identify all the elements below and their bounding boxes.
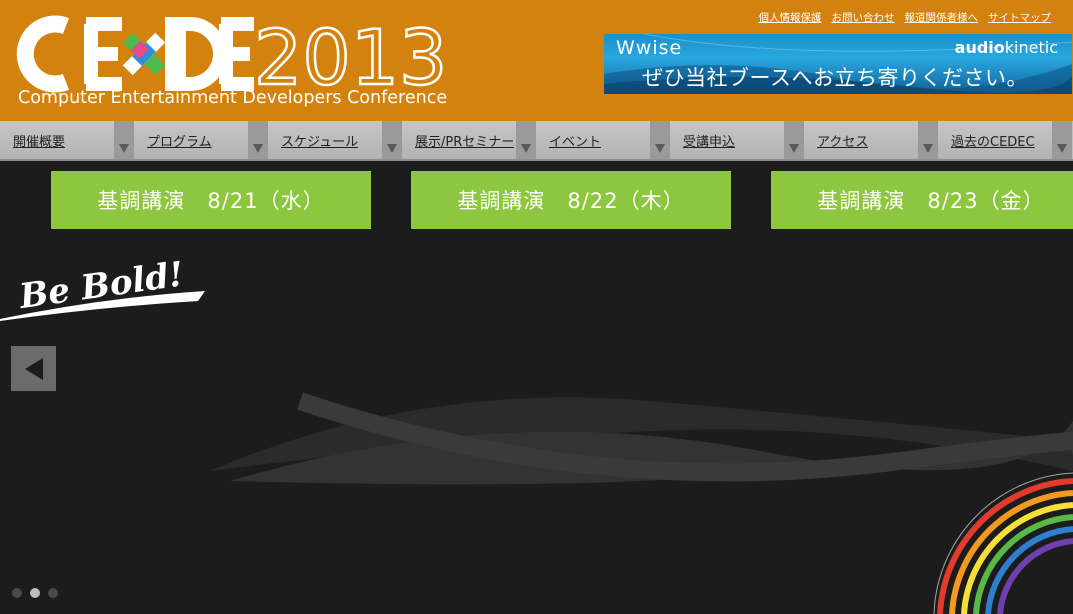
slider-pagination bbox=[12, 588, 58, 598]
logo-letters bbox=[16, 15, 254, 93]
wwise-logo: Wwise bbox=[616, 37, 683, 59]
nav-label: アクセス bbox=[817, 135, 869, 150]
nav-item-overview[interactable]: 開催概要 bbox=[0, 121, 134, 159]
nav-label: 開催概要 bbox=[13, 135, 66, 150]
arrow-left-icon bbox=[24, 357, 43, 380]
keynote-day1-button[interactable]: 基調講演 8/21（水） bbox=[51, 171, 371, 229]
nav-item-access[interactable]: アクセス bbox=[804, 121, 938, 159]
nav-label: スケジュール bbox=[281, 135, 359, 150]
site-header: 2013 Computer Entertainment Developers C… bbox=[0, 0, 1073, 121]
rainbow-arc-graphic bbox=[933, 472, 1073, 614]
nav-label: プログラム bbox=[147, 135, 212, 150]
nav-label: 展示/PRセミナー bbox=[415, 135, 515, 150]
logo-subtitle: Computer Entertainment Developers Confer… bbox=[18, 88, 447, 108]
keynote-day2-button[interactable]: 基調講演 8/22（木） bbox=[411, 171, 731, 229]
dropdown-arrow-icon[interactable] bbox=[114, 121, 134, 159]
dropdown-arrow-icon[interactable] bbox=[918, 121, 938, 159]
hero-wave-graphic bbox=[210, 392, 1073, 485]
slider-dot-active[interactable] bbox=[30, 588, 40, 598]
dropdown-arrow-icon[interactable] bbox=[516, 121, 536, 159]
press-link[interactable]: 報道関係者様へ bbox=[905, 10, 979, 25]
audiokinetic-logo: audiokinetic bbox=[954, 38, 1058, 57]
privacy-link[interactable]: 個人情報保護 bbox=[759, 10, 822, 25]
keynote-day3-button[interactable]: 基調講演 8/23（金） bbox=[771, 171, 1073, 229]
dropdown-arrow-icon[interactable] bbox=[248, 121, 268, 159]
cedec-logo[interactable]: 2013 Computer Entertainment Developers C… bbox=[14, 12, 454, 112]
dropdown-arrow-icon[interactable] bbox=[1052, 121, 1072, 159]
dropdown-arrow-icon[interactable] bbox=[382, 121, 402, 159]
nav-item-events[interactable]: イベント bbox=[536, 121, 670, 159]
nav-item-past-cedec[interactable]: 過去のCEDEC bbox=[938, 121, 1072, 159]
utility-links: 個人情報保護 お問い合わせ 報道関係者様へ サイトマップ bbox=[759, 10, 1052, 25]
nav-item-registration[interactable]: 受講申込 bbox=[670, 121, 804, 159]
nav-label: 過去のCEDEC bbox=[951, 135, 1035, 150]
contact-link[interactable]: お問い合わせ bbox=[832, 10, 895, 25]
nav-item-schedule[interactable]: スケジュール bbox=[268, 121, 402, 159]
hero-slider: 基調講演 8/21（水） 基調講演 8/22（木） 基調講演 8/23（金） B… bbox=[0, 161, 1073, 614]
main-nav: 開催概要 プログラム スケジュール 展示/PRセミナー イベント 受講申込 アク… bbox=[0, 121, 1073, 161]
slider-prev-button[interactable] bbox=[11, 346, 56, 391]
nav-item-exhibition[interactable]: 展示/PRセミナー bbox=[402, 121, 536, 159]
nav-item-program[interactable]: プログラム bbox=[134, 121, 268, 159]
sitemap-link[interactable]: サイトマップ bbox=[988, 10, 1051, 25]
wwise-ad-banner[interactable]: Wwise audiokinetic ぜひ当社ブースへお立ち寄りください。 bbox=[604, 34, 1072, 94]
be-bold-logo: Be Bold! bbox=[0, 254, 205, 321]
banner-message: ぜひ当社ブースへお立ち寄りください。 bbox=[642, 66, 1028, 90]
dropdown-arrow-icon[interactable] bbox=[650, 121, 670, 159]
dropdown-arrow-icon[interactable] bbox=[784, 121, 804, 159]
nav-label: イベント bbox=[549, 135, 602, 150]
slider-dot[interactable] bbox=[12, 588, 22, 598]
slider-dot[interactable] bbox=[48, 588, 58, 598]
nav-label: 受講申込 bbox=[683, 135, 736, 150]
